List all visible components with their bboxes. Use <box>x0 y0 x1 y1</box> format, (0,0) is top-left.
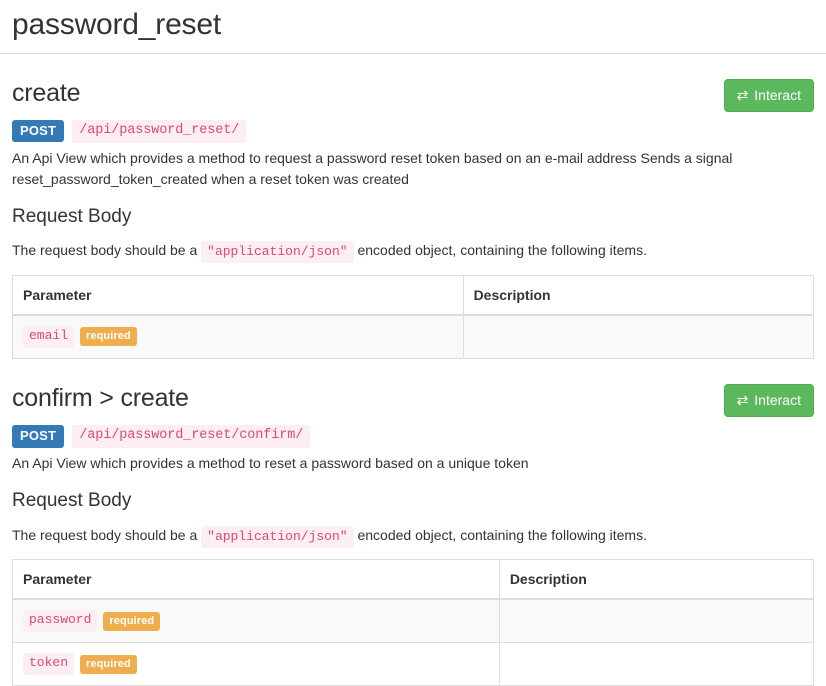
parameter-name: token <box>23 653 75 676</box>
endpoint-description: An Api View which provides a method to r… <box>12 454 529 471</box>
body-note-prefix: The request body should be a <box>12 526 198 543</box>
api-docs-page: password_reset create ⇄ Interact POST /a… <box>0 0 826 686</box>
section-header: create ⇄ Interact <box>12 78 814 112</box>
http-method-badge: POST <box>12 425 65 448</box>
column-header-description: Description <box>462 274 815 316</box>
body-note-suffix: encoded object, containing the following… <box>357 242 647 259</box>
table-row: token required <box>12 642 815 686</box>
parameter-name: email <box>23 325 75 348</box>
table-header-row: Parameter Description <box>12 559 815 601</box>
interact-button[interactable]: ⇄ Interact <box>723 383 814 417</box>
request-body-heading: Request Body <box>12 205 132 227</box>
parameter-cell: email required <box>12 314 464 359</box>
description-cell <box>498 598 815 644</box>
column-header-description: Description <box>498 559 815 601</box>
page-title: password_reset <box>12 8 221 41</box>
section-title: create <box>12 78 81 107</box>
body-note-suffix: encoded object, containing the following… <box>357 526 647 543</box>
request-body-note: The request body should be a "applicatio… <box>12 525 814 548</box>
endpoint-section-create: create ⇄ Interact POST /api/password_res… <box>12 54 815 359</box>
table-header-row: Parameter Description <box>12 274 815 316</box>
parameter-name: password <box>23 610 98 633</box>
table-row: email required <box>12 314 815 359</box>
parameters-table: Parameter Description email required <box>12 274 815 359</box>
column-header-parameter: Parameter <box>12 274 464 316</box>
interact-button-label: Interact <box>754 391 801 408</box>
swap-arrows-icon: ⇄ <box>736 391 749 408</box>
http-method-badge: POST <box>12 119 65 143</box>
method-line: POST /api/password_reset/confirm/ <box>12 424 814 448</box>
parameter-description <box>510 655 803 674</box>
parameter-cell: password required <box>12 598 500 644</box>
description-cell <box>498 642 815 686</box>
parameters-table: Parameter Description password required t… <box>12 559 815 686</box>
interact-button-label: Interact <box>754 86 801 103</box>
method-line: POST /api/password_reset/ <box>12 119 814 143</box>
required-badge: required <box>103 611 161 631</box>
content-type-code: "application/json" <box>201 525 354 548</box>
section-title: confirm > create <box>12 383 189 412</box>
body-note-prefix: The request body should be a <box>12 242 198 259</box>
section-header: confirm > create ⇄ Interact <box>12 383 814 417</box>
swap-arrows-icon: ⇄ <box>736 86 749 103</box>
request-body-heading: Request Body <box>12 489 132 511</box>
endpoint-description: An Api View which provides a method to r… <box>12 149 733 187</box>
request-body-note: The request body should be a "applicatio… <box>12 240 814 264</box>
parameter-description <box>510 612 803 631</box>
column-header-parameter: Parameter <box>12 559 500 601</box>
interact-button[interactable]: ⇄ Interact <box>723 78 814 112</box>
endpoint-section-confirm-create: confirm > create ⇄ Interact POST /api/pa… <box>12 359 815 686</box>
required-badge: required <box>80 654 137 674</box>
description-cell <box>462 314 815 359</box>
table-row: password required <box>12 598 815 644</box>
endpoint-path: /api/password_reset/confirm/ <box>72 424 311 448</box>
required-badge: required <box>80 327 137 347</box>
parameter-description <box>474 327 803 346</box>
parameter-cell: token required <box>12 642 500 686</box>
content-type-code: "application/json" <box>201 241 354 264</box>
endpoint-path: /api/password_reset/ <box>72 119 247 143</box>
